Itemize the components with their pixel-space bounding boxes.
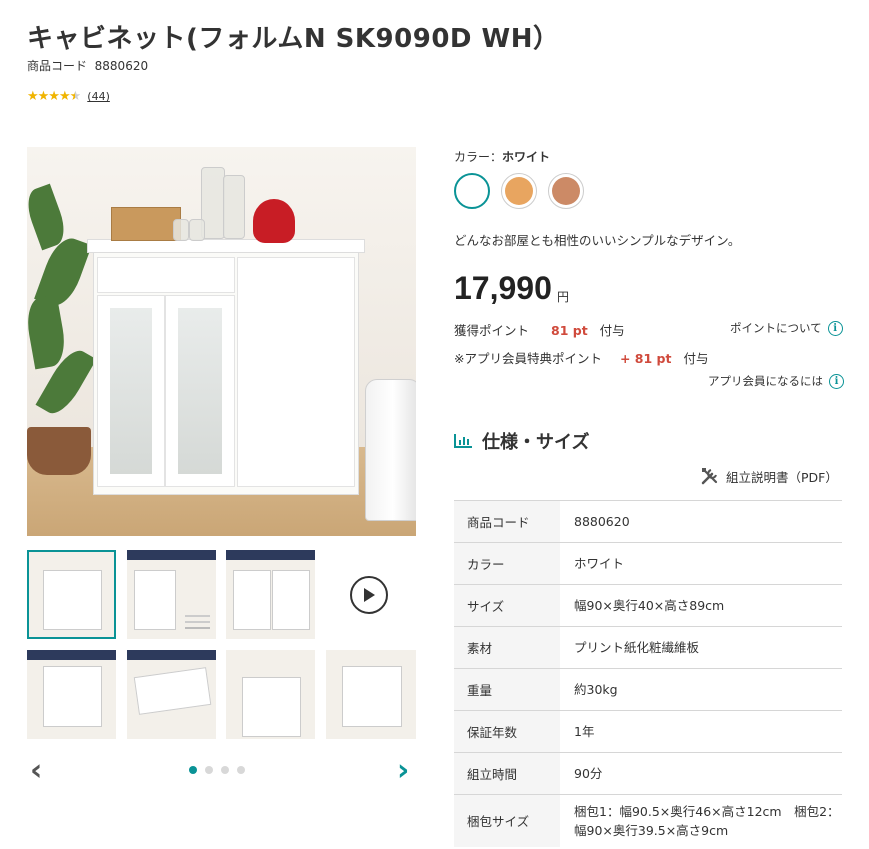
- pagination-dot[interactable]: [221, 766, 229, 774]
- assembly-manual-label: 組立説明書（PDF）: [726, 469, 838, 485]
- spec-value: 約30kg: [560, 668, 842, 711]
- spec-value: 90分: [560, 752, 842, 795]
- info-icon: i: [827, 320, 843, 336]
- spec-key: サイズ: [454, 584, 560, 627]
- spec-value: ホワイト: [560, 542, 842, 585]
- thumbnail-2[interactable]: [127, 550, 216, 639]
- product-code-value: 8880620: [94, 59, 149, 73]
- gallery-prev-button[interactable]: ‹: [30, 756, 42, 786]
- spec-key: 組立時間: [454, 752, 560, 795]
- earn-points-suffix: 付与: [599, 323, 625, 338]
- points-info-label: ポイントについて: [730, 321, 822, 335]
- spec-row: 重量 約30kg: [454, 668, 842, 711]
- spec-heading: 仕様・サイズ: [454, 428, 589, 454]
- color-swatch-natural[interactable]: [501, 173, 537, 209]
- spec-key: カラー: [454, 542, 560, 585]
- spec-key: 重量: [454, 668, 560, 711]
- spec-key: 素材: [454, 626, 560, 669]
- color-label-text: カラー：: [454, 150, 503, 164]
- product-title: キャビネット(フォルムN SK9090D WH）: [27, 24, 560, 54]
- gallery-next-button[interactable]: ›: [397, 756, 409, 786]
- spec-row: カラー ホワイト: [454, 542, 842, 585]
- spec-row: 素材 プリント紙化粧繊維板: [454, 626, 842, 669]
- color-swatch-brown[interactable]: [548, 173, 584, 209]
- pagination-dot[interactable]: [189, 766, 197, 774]
- product-tagline: どんなお部屋とも相性のいいシンプルなデザイン。: [454, 233, 741, 248]
- spec-row: サイズ 幅90×奥行40×高さ89cm: [454, 584, 842, 627]
- video-play-button[interactable]: [350, 576, 388, 614]
- spec-value: 幅90×奥行40×高さ89cm: [560, 584, 842, 627]
- spec-row: 梱包サイズ 梱包1：幅90.5×奥行46×高さ12cm 梱包2：幅90×奥行39.…: [454, 794, 842, 847]
- assembly-manual-link[interactable]: 組立説明書（PDF）: [700, 466, 838, 486]
- price-amount: 17,990: [454, 270, 552, 306]
- thumbnail-3[interactable]: [226, 550, 315, 639]
- star-rating-icon: ★★★★★: [27, 89, 81, 104]
- thumbnail-7[interactable]: [326, 650, 416, 739]
- price-unit: 円: [557, 290, 570, 304]
- app-member-info-label: アプリ会員になるには: [708, 374, 823, 388]
- spec-table: 商品コード 8880620 カラー ホワイト サイズ 幅90×奥行40×高さ89cm 素材プ…: [454, 500, 842, 847]
- earn-points-label: 獲得ポイント: [454, 323, 530, 338]
- spec-value: 梱包1：幅90.5×奥行46×高さ12cm 梱包2：幅90×奥行39.5×高さ9…: [560, 794, 842, 847]
- spec-key: 商品コード: [454, 500, 560, 543]
- spec-value: 8880620: [560, 500, 842, 543]
- color-swatch-white[interactable]: [454, 173, 490, 209]
- app-points-row: ※アプリ会員特典ポイント + 81 pt 付与: [454, 348, 708, 367]
- thumbnail-1[interactable]: [27, 550, 116, 639]
- tools-icon: [701, 468, 718, 485]
- spec-value: プリント紙化粧繊維板: [560, 626, 842, 669]
- spec-row: 保証年数 1年: [454, 710, 842, 753]
- product-code: 商品コード 8880620: [27, 57, 148, 74]
- thumbnail-5[interactable]: [127, 650, 216, 739]
- spec-row: 組立時間 90分: [454, 752, 842, 795]
- spec-key: 保証年数: [454, 710, 560, 753]
- main-product-image[interactable]: [27, 147, 416, 536]
- spec-key: 梱包サイズ: [454, 794, 560, 847]
- app-points-value: + 81 pt: [619, 351, 672, 366]
- product-code-label: 商品コード: [27, 59, 88, 73]
- review-count-link[interactable]: (44): [87, 90, 110, 103]
- thumbnail-4[interactable]: [27, 650, 116, 739]
- gallery-pagination: [189, 766, 245, 774]
- earn-points-row: 獲得ポイント 81 pt 付与: [454, 320, 625, 339]
- color-selected-value: ホワイト: [502, 150, 551, 164]
- app-points-label: ※アプリ会員特典ポイント: [454, 351, 602, 366]
- play-icon: [364, 588, 375, 602]
- chart-icon: [454, 434, 472, 448]
- earn-points-value: 81 pt: [551, 323, 588, 338]
- app-points-suffix: 付与: [683, 351, 709, 366]
- spec-title: 仕様・サイズ: [482, 432, 590, 453]
- spec-value: 1年: [560, 710, 842, 753]
- color-label: カラー：ホワイト: [454, 148, 550, 165]
- pagination-dot[interactable]: [205, 766, 213, 774]
- rating: ★★★★★ (44): [27, 90, 110, 103]
- app-member-info-link[interactable]: アプリ会員になるには i: [708, 373, 844, 389]
- pagination-dot[interactable]: [237, 766, 245, 774]
- info-icon: i: [829, 373, 844, 389]
- spec-row: 商品コード 8880620: [454, 500, 842, 543]
- points-info-link[interactable]: ポイントについて i: [730, 320, 843, 336]
- thumbnail-6[interactable]: [226, 650, 315, 739]
